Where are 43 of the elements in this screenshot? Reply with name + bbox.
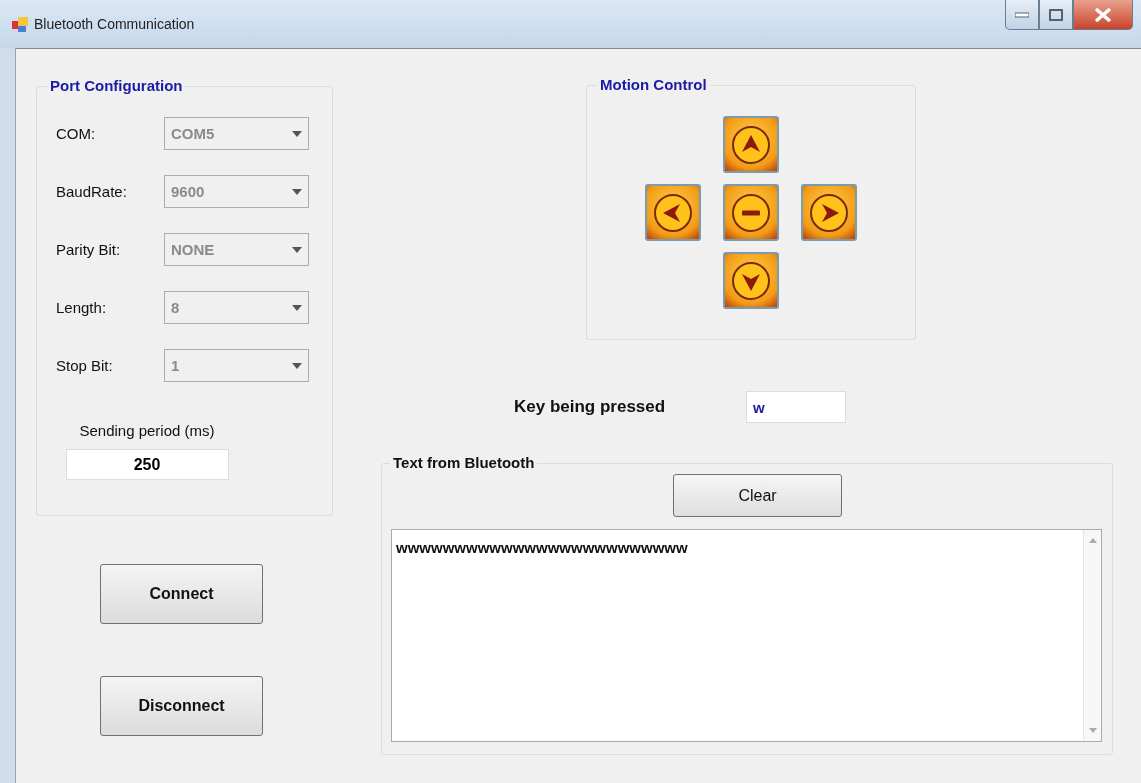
minus-icon [731,192,771,233]
input-field[interactable]: w [746,391,846,423]
field-label: Key being pressed [514,397,667,417]
dropdown-arrow-icon [292,304,302,311]
text-area[interactable]: wwwwwwwwwwwwwwwwwwwwwwwww [391,529,1102,742]
move-right-button[interactable] [801,184,857,241]
maximize-icon [1049,8,1063,21]
move-up-button[interactable] [723,116,779,173]
disconnect-button[interactable]: Disconnect [100,676,263,736]
app-icon [12,16,28,32]
arrow-right-icon [809,192,849,233]
group-title: Text from Bluetooth [390,454,538,471]
scroll-down-icon [1088,728,1097,733]
window-title: Bluetooth Communication [34,16,195,32]
arrow-down-icon [731,260,771,301]
input-field[interactable]: 250 [65,449,229,480]
dropdown-arrow-icon [292,188,302,195]
field-label: COM: [56,125,97,142]
field-label: Sending period (ms) [79,422,215,439]
minimize-button[interactable] [1005,0,1039,30]
connect-button[interactable]: Connect [100,564,263,624]
arrow-up-icon [731,124,771,165]
stop-button[interactable] [723,184,779,241]
field-label: BaudRate: [56,183,128,200]
field-label: Stop Bit: [56,357,114,374]
move-down-button[interactable] [723,252,779,309]
scroll-up-icon [1088,538,1097,543]
close-button[interactable] [1073,0,1133,30]
group-title: Port Configuration [47,77,186,94]
dropdown-arrow-icon [292,246,302,253]
group-title: Motion Control [597,76,710,93]
minimize-icon [1015,11,1029,18]
dropdown-arrow-icon [292,362,302,369]
maximize-button[interactable] [1039,0,1073,30]
scrollbar[interactable] [1083,530,1101,741]
move-left-button[interactable] [645,184,701,241]
clear-button[interactable]: Clear [673,474,842,517]
close-icon [1094,7,1112,22]
received-text: wwwwwwwwwwwwwwwwwwwwwwwww [395,538,689,558]
field-label: Parity Bit: [56,241,122,258]
arrow-left-icon [653,192,693,233]
dropdown-arrow-icon [292,130,302,137]
field-label: Length: [56,299,108,316]
